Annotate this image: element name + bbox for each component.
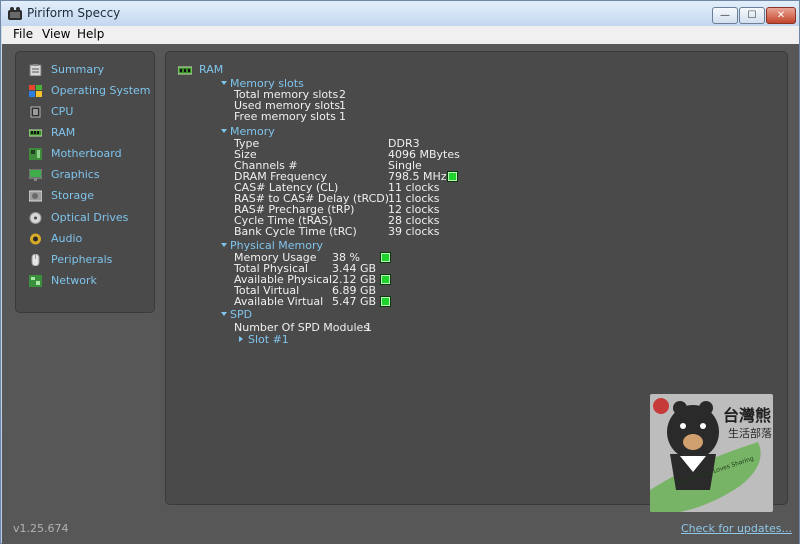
sidebar-item-label: Optical Drives (51, 211, 129, 224)
sidebar-item-label: Storage (51, 189, 95, 202)
row-value: 1 (339, 110, 346, 123)
section-heading-ram: RAM (199, 63, 224, 76)
collapse-triangle-icon[interactable] (221, 243, 227, 247)
row-value: 39 clocks (388, 225, 440, 238)
minimize-button[interactable]: — (712, 7, 738, 24)
sidebar-item-label: CPU (51, 105, 74, 118)
collapse-triangle-icon[interactable] (221, 312, 227, 316)
ram-module-icon (29, 129, 42, 137)
clipboard-icon (29, 64, 42, 76)
hard-drive-icon (29, 190, 42, 202)
status-indicator-icon (447, 171, 458, 182)
sidebar-item-motherboard[interactable]: Motherboard (27, 145, 152, 163)
menu-view[interactable]: View (42, 27, 70, 41)
motherboard-icon (29, 148, 42, 160)
sidebar-item-network[interactable]: Network (27, 272, 152, 290)
sidebar-item-label: Summary (51, 63, 105, 76)
sidebar-item-label: Motherboard (51, 147, 122, 160)
status-bar: v1.25.674 Check for updates... (2, 519, 799, 544)
check-for-updates-link[interactable]: Check for updates... (681, 522, 792, 535)
menu-bar: File View Help (2, 26, 799, 45)
status-indicator-icon (380, 296, 391, 307)
version-label: v1.25.674 (13, 522, 69, 535)
sidebar-item-peripherals[interactable]: Peripherals (27, 251, 152, 269)
row-label: Bank Cycle Time (tRC) (234, 225, 357, 238)
maximize-button[interactable]: ☐ (739, 7, 765, 24)
sidebar-item-summary[interactable]: Summary (27, 61, 152, 79)
collapse-triangle-icon[interactable] (221, 81, 227, 85)
menu-file[interactable]: File (13, 27, 33, 41)
sidebar-item-label: Graphics (51, 168, 100, 181)
sidebar-item-label: RAM (51, 126, 76, 139)
speaker-icon (30, 233, 41, 245)
watermark-tagline: 生活部落 (728, 427, 772, 440)
sidebar-item-label: Network (51, 274, 97, 287)
sidebar-item-audio[interactable]: Audio (27, 230, 152, 248)
sidebar-item-label: Audio (51, 232, 83, 245)
row-label: Free memory slots (234, 110, 336, 123)
sidebar-item-operating-system[interactable]: Operating System (27, 82, 152, 100)
network-icon (29, 275, 42, 287)
ram-module-icon (178, 66, 192, 75)
row-value: 5.47 GB (332, 295, 377, 308)
sidebar-item-graphics[interactable]: Graphics (27, 166, 152, 184)
windows-logo-icon (29, 85, 42, 97)
close-button[interactable]: ✕ (766, 7, 796, 24)
sidebar-item-storage[interactable]: Storage (27, 187, 152, 205)
speccy-window: Piriform Speccy — ☐ ✕ File View Help Sum… (0, 0, 800, 544)
row-label: Available Virtual (234, 295, 324, 308)
cpu-chip-icon (30, 106, 41, 118)
spd-slot-1[interactable]: Slot #1 (248, 333, 289, 346)
sidebar: Summary Operating System CPU RAM Motherb… (15, 51, 155, 313)
monitor-icon (29, 169, 42, 181)
collapse-triangle-icon[interactable] (221, 129, 227, 133)
watermark-logo: 台灣熊 生活部落 Taiwan Bear Loves Sharing (650, 394, 773, 512)
row-value: 1 (365, 321, 372, 334)
sidebar-item-label: Operating System (51, 84, 151, 97)
expand-triangle-icon[interactable] (239, 336, 243, 342)
sidebar-item-optical-drives[interactable]: Optical Drives (27, 209, 152, 227)
sidebar-item-cpu[interactable]: CPU (27, 103, 152, 121)
window-title: Piriform Speccy (27, 6, 121, 20)
group-title-spd[interactable]: SPD (230, 308, 252, 321)
optical-disc-icon (29, 212, 42, 224)
title-bar[interactable]: Piriform Speccy — ☐ ✕ (1, 1, 799, 26)
watermark-name: 台灣熊 (723, 406, 772, 425)
status-indicator-icon (380, 274, 391, 285)
mouse-icon (31, 254, 40, 266)
menu-help[interactable]: Help (77, 27, 104, 41)
sidebar-item-ram[interactable]: RAM (27, 124, 152, 142)
sidebar-item-label: Peripherals (51, 253, 113, 266)
status-indicator-icon (380, 252, 391, 263)
speccy-app-icon (8, 7, 22, 20)
